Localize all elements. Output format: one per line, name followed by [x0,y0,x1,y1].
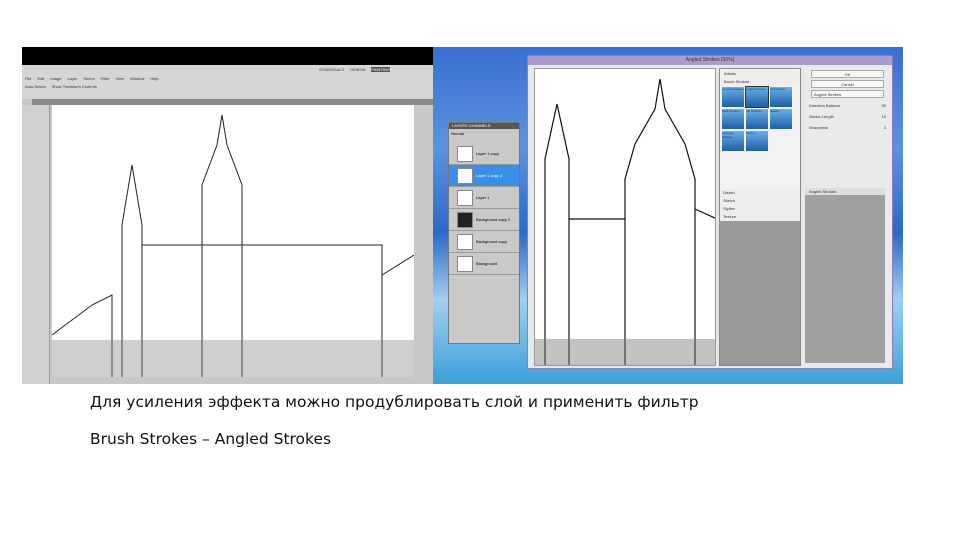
layer-name: Background copy [476,239,507,244]
layer-row[interactable]: Layer 1 copy 2 [449,165,519,187]
param-value[interactable]: 3 [884,125,886,130]
caption-line-2: Brush Strokes – Angled Strokes [90,430,332,448]
filter-params: OK Cancel Angled Strokes Direction Balan… [805,68,890,366]
layer-name: Background [476,261,498,266]
crowd [52,340,414,377]
menu-item[interactable]: Window [130,76,144,81]
menu-item[interactable]: View [116,76,125,81]
layers-tab[interactable]: LAYERS [452,123,468,128]
menu-item[interactable]: Select [84,76,95,81]
canvas[interactable] [51,105,415,377]
blend-mode[interactable]: Normal [451,131,464,136]
menu-bar: File Edit Image Layer Select Filter View Window… [22,65,433,99]
tools-panel[interactable] [22,105,50,384]
filter-thumb[interactable]: Ink Outlines [746,109,768,129]
dialog-title: Angled Strokes (50%) [528,56,892,65]
filter-gallery-dialog: Angled Strokes (50%) Artistic Brush Stro… [527,55,893,369]
category-artistic[interactable]: Artistic [721,70,799,78]
layer-row[interactable]: Background copy [449,231,519,253]
layer-row[interactable]: Background [449,253,519,275]
workspace[interactable]: DESIGN [350,67,365,72]
workspace[interactable]: ESSENTIALS [319,67,344,72]
category-sketch[interactable]: Sketch [720,197,800,205]
channels-tab[interactable]: CHANNELS [469,123,491,128]
black-band [22,47,433,65]
layer-row[interactable]: Background copy 2 [449,209,519,231]
workspace[interactable]: PAINTING [371,67,390,72]
param-value[interactable]: 50 [882,103,886,108]
layer-name: Background copy 2 [476,217,511,222]
filter-thumb-selected[interactable]: Angled Strokes [745,86,769,108]
menu-item[interactable]: Image [50,76,61,81]
category-distort[interactable]: Distort [720,189,800,197]
param-label: Sharpness [809,125,829,130]
layer-name: Layer 1 copy 2 [476,173,503,178]
photoshop-screenshot: File Edit Image Layer Select Filter View Window… [22,47,433,384]
filter-thumb[interactable]: Sumi-e [746,131,768,151]
filter-gallery: Artistic Brush Strokes Accented Edges Ang… [719,68,801,366]
desktop-screenshot: LAYERS CHANNELS Normal Layer 1 copy Laye… [433,47,903,384]
layer-name: Layer 1 [476,195,490,200]
filter-thumb[interactable]: Dark Strokes [722,109,744,129]
param-value[interactable]: 15 [882,114,886,119]
cathedral-sketch-preview [535,78,715,365]
auto-select-option[interactable]: Auto-Select [25,84,46,89]
menu-item[interactable]: Layer [67,76,77,81]
effect-layer[interactable]: Angled Strokes [805,188,885,195]
filter-preview[interactable] [534,68,716,366]
filter-thumb[interactable]: Crosshatch [770,87,792,107]
filter-thumb[interactable]: Accented Edges [722,87,744,107]
menu-item[interactable]: File [25,76,31,81]
category-brush-strokes[interactable]: Brush Strokes [721,78,799,86]
param-label: Stroke Length [809,114,834,119]
cancel-button[interactable]: Cancel [811,80,884,88]
ok-button[interactable]: OK [811,70,884,78]
effect-layers: Angled Strokes [805,188,885,363]
filter-select[interactable]: Angled Strokes [811,90,884,98]
category-stylize[interactable]: Stylize [720,205,800,213]
crowd [535,339,715,365]
layer-name: Layer 1 copy [476,151,499,156]
layer-row[interactable]: Layer 1 copy [449,143,519,165]
cathedral-sketch [51,114,415,377]
menu-item[interactable]: Filter [101,76,110,81]
caption-line-1: Для усиления эффекта можно продублироват… [90,393,699,411]
transform-option[interactable]: Show Transform Controls [52,84,97,89]
menu-item[interactable]: Help [150,76,158,81]
filter-thumb[interactable]: Sprayed Strokes [722,131,744,151]
layers-panel: LAYERS CHANNELS Normal Layer 1 copy Laye… [448,122,520,344]
category-texture[interactable]: Texture [720,213,800,221]
layer-row[interactable]: Layer 1 [449,187,519,209]
filter-thumb[interactable]: Spatter [770,109,792,129]
menu-item[interactable]: Edit [37,76,44,81]
param-label: Direction Balance [809,103,841,108]
